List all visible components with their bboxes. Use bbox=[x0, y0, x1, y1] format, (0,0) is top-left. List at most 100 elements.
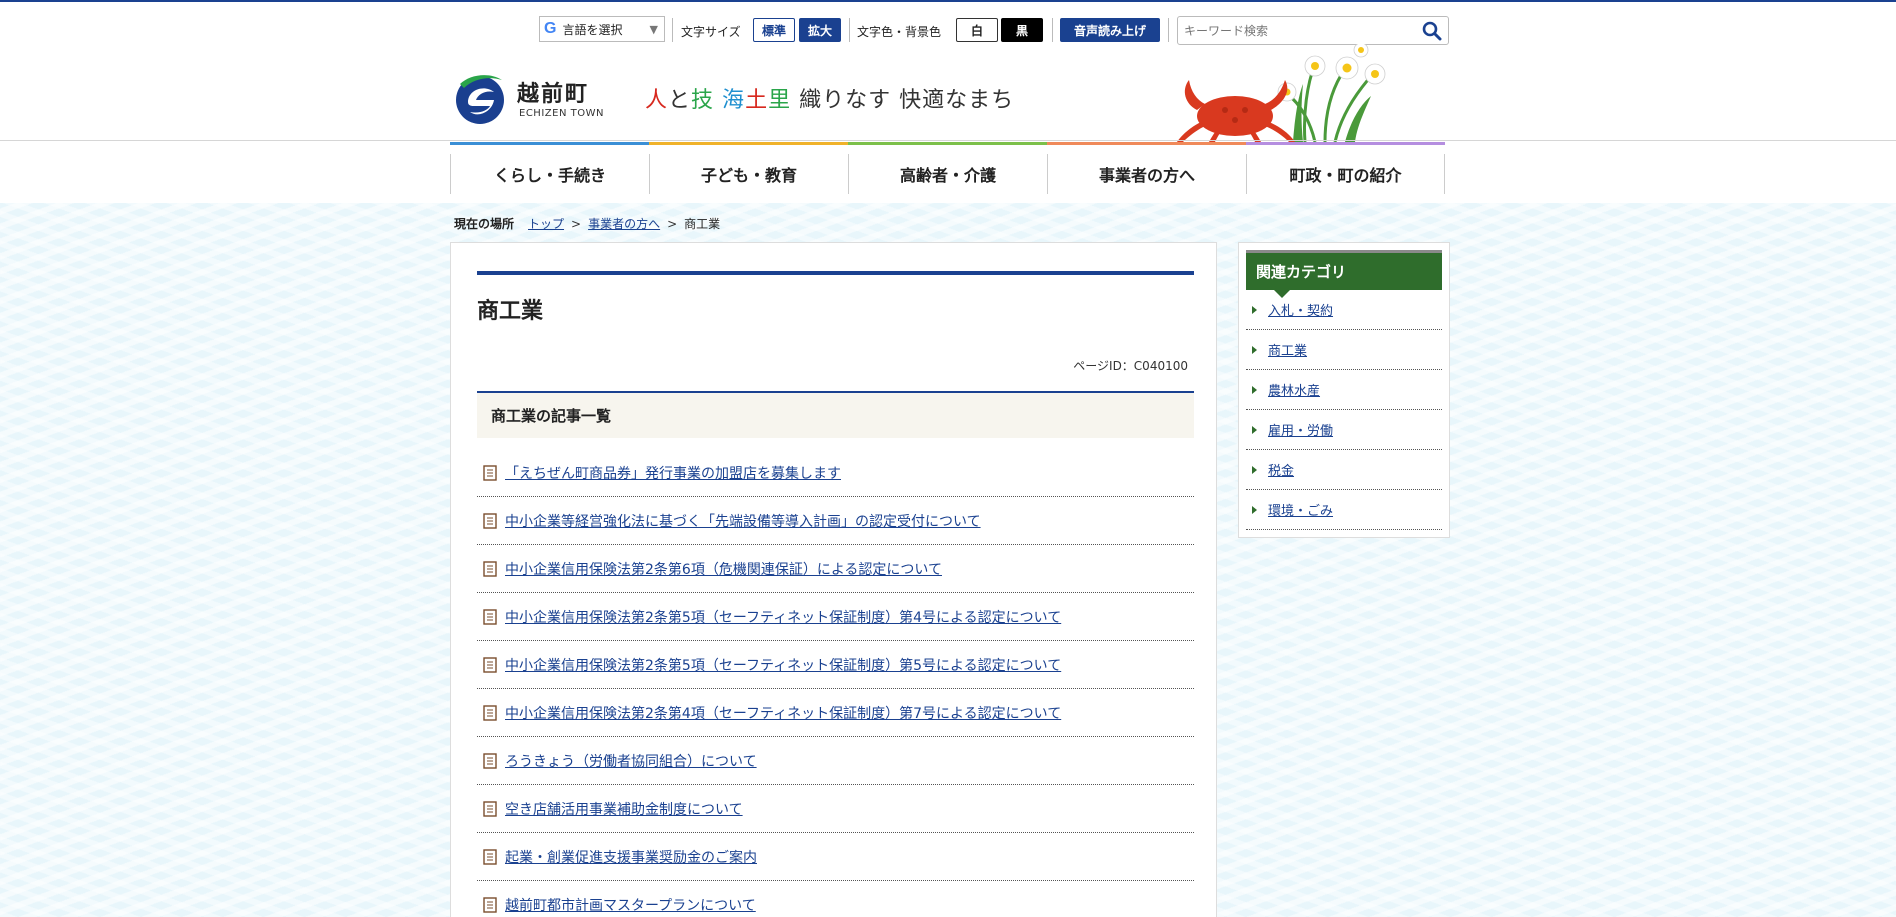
catch-part: 技 bbox=[691, 88, 715, 113]
chevron-down-icon: ▼ bbox=[649, 22, 658, 36]
sidebar-link-commerce[interactable]: 商工業 bbox=[1268, 340, 1307, 359]
document-icon bbox=[483, 752, 497, 769]
search-icon[interactable] bbox=[1422, 21, 1442, 41]
article-link[interactable]: 中小企業信用保険法第2条第5項（セーフティネット保証制度）第5号による認定につい… bbox=[505, 655, 1061, 675]
article-link[interactable]: 中小企業信用保険法第2条第6項（危機関連保証）による認定について bbox=[505, 559, 942, 579]
article-link[interactable]: 中小企業等経営強化法に基づく「先端設備等導入計画」の認定受付について bbox=[505, 511, 981, 531]
sidebar-list: 入札・契約 商工業 農林水産 雇用・労働 税金 環境・ごみ bbox=[1246, 290, 1442, 530]
breadcrumb-separator: > bbox=[571, 216, 582, 231]
nav-color-bar bbox=[649, 142, 848, 145]
breadcrumb-link-business[interactable]: 事業者の方へ bbox=[588, 215, 660, 232]
article-link[interactable]: ろうきょう（労働者協同組合）について bbox=[505, 751, 757, 771]
catch-part: 人 bbox=[645, 88, 669, 113]
document-icon bbox=[483, 560, 497, 577]
catch-part bbox=[714, 88, 722, 113]
sidebar-item: 農林水産 bbox=[1246, 370, 1442, 410]
breadcrumb-separator: > bbox=[667, 216, 678, 231]
font-standard-button[interactable]: 標準 bbox=[753, 18, 795, 42]
list-item: 空き店舗活用事業補助金制度について bbox=[477, 785, 1194, 833]
triangle-right-icon bbox=[1252, 385, 1257, 394]
color-black-button[interactable]: 黒 bbox=[1001, 18, 1043, 42]
document-icon bbox=[483, 656, 497, 673]
article-link[interactable]: 越前町都市計画マスタープランについて bbox=[505, 895, 756, 915]
font-size-label: 文字サイズ bbox=[681, 25, 741, 39]
sidebar-link-tax[interactable]: 税金 bbox=[1268, 460, 1294, 479]
nav-color-bar bbox=[1047, 142, 1246, 145]
sidebar-heading: 関連カテゴリ bbox=[1246, 250, 1442, 298]
article-link[interactable]: 中小企業信用保険法第2条第5項（セーフティネット保証制度）第4号による認定につい… bbox=[505, 607, 1061, 627]
list-item: 起業・創業促進支援事業奨励金のご案内 bbox=[477, 833, 1194, 881]
sidebar-item: 商工業 bbox=[1246, 330, 1442, 370]
nav-item-town[interactable]: 町政・町の紹介 bbox=[1246, 154, 1445, 194]
list-item: 中小企業信用保険法第2条第4項（セーフティネット保証制度）第7号による認定につい… bbox=[477, 689, 1194, 737]
breadcrumb-current: 商工業 bbox=[684, 217, 721, 231]
article-link[interactable]: 起業・創業促進支援事業奨励金のご案内 bbox=[505, 847, 757, 867]
breadcrumb-link-top[interactable]: トップ bbox=[528, 215, 564, 232]
document-icon bbox=[483, 512, 497, 529]
document-icon bbox=[483, 896, 497, 913]
sidebar-link-bidding[interactable]: 入札・契約 bbox=[1268, 300, 1333, 319]
nav-item-children[interactable]: 子ども・教育 bbox=[649, 154, 848, 194]
triangle-right-icon bbox=[1252, 465, 1257, 474]
breadcrumb: 現在の場所 トップ > 事業者の方へ > 商工業 bbox=[454, 215, 720, 232]
nav-color-bar bbox=[450, 142, 649, 145]
list-item: 越前町都市計画マスタープランについて bbox=[477, 881, 1194, 917]
article-link[interactable]: 「えちぜん町商品券」発行事業の加盟店を募集します bbox=[505, 463, 841, 483]
document-icon bbox=[483, 608, 497, 625]
catchphrase: 人と技 海土里 織りなす 快適なまち bbox=[645, 82, 1014, 114]
article-link[interactable]: 空き店舗活用事業補助金制度について bbox=[505, 799, 743, 819]
page-title: 商工業 bbox=[477, 299, 544, 324]
list-item: 中小企業信用保険法第2条第5項（セーフティネット保証制度）第5号による認定につい… bbox=[477, 641, 1194, 689]
sidebar-link-environment[interactable]: 環境・ごみ bbox=[1268, 500, 1333, 519]
sidebar-link-agriculture[interactable]: 農林水産 bbox=[1268, 380, 1320, 399]
color-white-button[interactable]: 白 bbox=[956, 18, 998, 42]
town-logo-icon[interactable] bbox=[454, 72, 506, 126]
page-id: ページID：C040100 bbox=[1073, 359, 1188, 373]
divider bbox=[849, 18, 850, 42]
sidebar-item: 税金 bbox=[1246, 450, 1442, 490]
triangle-right-icon bbox=[1252, 345, 1257, 354]
document-icon bbox=[483, 800, 497, 817]
article-list-heading: 商工業の記事一覧 bbox=[477, 391, 1194, 438]
logo-name: 越前町 bbox=[517, 82, 590, 107]
font-large-button[interactable]: 拡大 bbox=[799, 18, 841, 42]
color-label: 文字色・背景色 bbox=[857, 25, 942, 39]
catch-part: 織りなす 快適なまち bbox=[791, 88, 1015, 113]
crab-narcissus-illustration-icon bbox=[1177, 44, 1386, 143]
language-select-label: 言語を選択 bbox=[562, 22, 623, 37]
article-link[interactable]: 中小企業信用保険法第2条第4項（セーフティネット保証制度）第7号による認定につい… bbox=[505, 703, 1061, 723]
speech-button[interactable]: 音声読み上げ bbox=[1060, 18, 1160, 42]
catch-part: 土 bbox=[745, 88, 769, 113]
google-icon: G bbox=[544, 20, 557, 37]
breadcrumb-label: 現在の場所 bbox=[454, 217, 515, 231]
divider bbox=[1052, 18, 1053, 42]
nav-item-business[interactable]: 事業者の方へ bbox=[1047, 154, 1246, 194]
search-input[interactable] bbox=[1184, 21, 1414, 41]
document-icon bbox=[483, 848, 497, 865]
header-divider bbox=[0, 140, 1896, 141]
document-icon bbox=[483, 704, 497, 721]
list-item: 中小企業等経営強化法に基づく「先端設備等導入計画」の認定受付について bbox=[477, 497, 1194, 545]
nav-item-elderly[interactable]: 高齢者・介護 bbox=[848, 154, 1047, 194]
triangle-right-icon bbox=[1252, 425, 1257, 434]
catch-part: と bbox=[668, 88, 692, 113]
list-item: 中小企業信用保険法第2条第6項（危機関連保証）による認定について bbox=[477, 545, 1194, 593]
divider bbox=[672, 18, 673, 42]
language-select[interactable]: G 言語を選択 ▼ bbox=[539, 16, 665, 42]
site-header: G 言語を選択 ▼ 文字サイズ 標準 拡大 文字色・背景色 白 黒 音声読み上げ… bbox=[0, 2, 1896, 203]
list-item: 中小企業信用保険法第2条第5項（セーフティネット保証制度）第4号による認定につい… bbox=[477, 593, 1194, 641]
related-category-sidebar: 関連カテゴリ 入札・契約 商工業 農林水産 雇用・労働 税金 環境・ごみ bbox=[1238, 242, 1450, 538]
nav-item-living[interactable]: くらし・手続き bbox=[450, 154, 649, 194]
nav-color-bar bbox=[1246, 142, 1445, 145]
logo-name-en: ECHIZEN TOWN bbox=[519, 108, 604, 119]
triangle-right-icon bbox=[1252, 305, 1257, 314]
list-item: ろうきょう（労働者協同組合）について bbox=[477, 737, 1194, 785]
sidebar-link-employment[interactable]: 雇用・労働 bbox=[1268, 420, 1333, 439]
divider bbox=[1168, 18, 1169, 42]
document-icon bbox=[483, 464, 497, 481]
article-list: 「えちぜん町商品券」発行事業の加盟店を募集します 中小企業等経営強化法に基づく「… bbox=[477, 449, 1194, 917]
sidebar-item: 環境・ごみ bbox=[1246, 490, 1442, 530]
triangle-right-icon bbox=[1252, 505, 1257, 514]
catch-part: 里 bbox=[768, 88, 792, 113]
nav-color-bar bbox=[848, 142, 1047, 145]
